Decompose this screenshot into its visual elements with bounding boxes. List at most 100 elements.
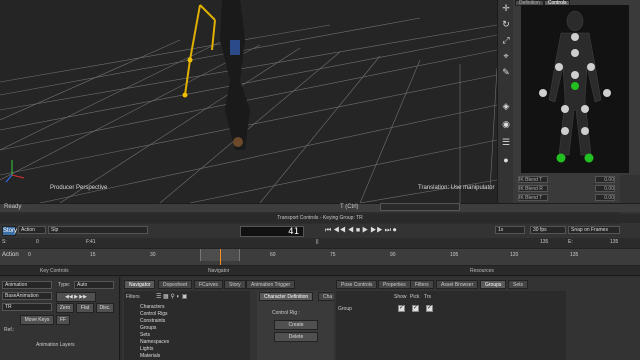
tab-groups[interactable]: Groups	[480, 280, 507, 289]
ik-blend-value-2[interactable]: 0.00	[595, 185, 615, 192]
start-label: S:	[2, 239, 7, 245]
ik-tool-icon[interactable]: ◉	[500, 118, 512, 130]
create-button[interactable]: Create	[274, 320, 318, 330]
viewport-3d[interactable]: Producer Perspective Translation: Use ma…	[0, 0, 497, 203]
tool-strip: ✛ ↻ ⤢ ⌖ ✎ ◈ ◉ ☰ ●	[497, 0, 513, 203]
ik-blend-value-3[interactable]: 0.00	[595, 194, 615, 201]
full-body-tool-icon[interactable]: ☰	[500, 136, 512, 148]
end-label: E:	[568, 239, 573, 245]
zero-button[interactable]: Zero	[56, 303, 74, 313]
move-tool-icon[interactable]: ✛	[500, 2, 512, 14]
key-mode-dropdown[interactable]: Animation	[2, 281, 52, 289]
layer-dropdown[interactable]: BaseAnimation	[2, 292, 52, 300]
current-frame-display[interactable]: 41	[240, 226, 304, 237]
column-header-trs: Trs	[424, 294, 432, 300]
ff-button[interactable]: FF	[56, 315, 70, 325]
character-body-view[interactable]	[521, 5, 629, 173]
tab-dopesheet[interactable]: Dopesheet	[158, 280, 193, 289]
pick-checkbox[interactable]: ✓	[412, 305, 419, 312]
tree-item[interactable]: Groups	[140, 325, 156, 331]
camera-label: Producer Perspective	[50, 185, 108, 191]
tree-item[interactable]: Constraints	[140, 318, 165, 324]
snap-dropdown[interactable]: Snap on Frames	[568, 226, 620, 234]
tick-label: 120	[510, 252, 519, 258]
status-bar	[0, 203, 640, 212]
column-header-show: Show	[394, 294, 407, 300]
tick-label: 30	[150, 252, 156, 258]
tick-label: 15	[90, 252, 96, 258]
manipulator-status-label: Translation: Use manipulator	[418, 185, 495, 191]
tick-label: 135	[570, 252, 579, 258]
scale-tool-icon[interactable]: ⤢	[500, 34, 512, 46]
delete-button[interactable]: Delete	[274, 332, 318, 342]
tree-toolbar-icons[interactable]: ☰ ▦ ⚲ ◐ ▣	[156, 293, 187, 300]
tree-item[interactable]: Sets	[140, 332, 150, 338]
tick-label: 0	[28, 252, 31, 258]
start-value[interactable]: 0	[36, 239, 39, 245]
tree-item[interactable]: Control Rigs	[140, 311, 168, 317]
tree-item[interactable]: Lights	[140, 346, 153, 352]
story-button[interactable]: Story	[2, 226, 17, 236]
group-row-name[interactable]: Group	[338, 306, 352, 312]
transport-buttons[interactable]: ⏮ ◀◀ ◀ ■ ▶ ▶▶ ⏭ ⏺	[325, 227, 396, 235]
playback-speed-dropdown[interactable]: 1x	[495, 226, 525, 234]
fps-dropdown[interactable]: 30 fps	[530, 226, 566, 234]
end-value-2[interactable]: 135	[610, 239, 618, 245]
ik-blend-label-2: IK Blend R	[518, 185, 548, 192]
timeline-ruler[interactable]: Action 0 15 30 45 60 75 90 105 120 135	[0, 248, 640, 266]
tab-character-definition[interactable]: Character Definition	[259, 292, 314, 301]
groups-table	[336, 291, 566, 360]
fk-tool-icon[interactable]: ◈	[500, 100, 512, 112]
resources-title: Resources	[470, 268, 494, 274]
tick-label: 75	[330, 252, 336, 258]
rotate-tool-icon[interactable]: ↻	[500, 18, 512, 30]
select-tool-icon[interactable]: ⌖	[500, 50, 512, 62]
ik-blend-label-1: IK Blend T	[518, 176, 548, 183]
animation-layers-title: Animation Layers	[36, 342, 75, 348]
action-dropdown[interactable]: Action	[18, 226, 46, 234]
transport-title: Transport Controls - Keying Group: TR	[277, 215, 363, 221]
tab-story[interactable]: Story	[224, 280, 246, 289]
tree-item[interactable]: Materials	[140, 353, 160, 359]
playhead-line	[220, 249, 221, 265]
ik-blend-value-1[interactable]: 0.00	[595, 176, 615, 183]
viewport-grid	[0, 0, 497, 203]
take-dropdown[interactable]: Slp	[48, 226, 148, 234]
ref-label: Ref.:	[4, 327, 15, 333]
key-nav-buttons[interactable]: ◀◀ ▶ ▶▶	[56, 292, 96, 302]
trs-checkbox[interactable]: ✓	[426, 305, 433, 312]
type-dropdown[interactable]: Auto	[74, 281, 114, 289]
control-rig-label: Control Rig :	[272, 310, 300, 316]
key-controls-title: Key Controls	[40, 268, 69, 274]
column-header-pick: Pick	[410, 294, 420, 300]
move-keys-button[interactable]: Move Keys	[20, 315, 54, 325]
filters-button[interactable]: Filters	[126, 294, 140, 300]
edit-tool-icon[interactable]: ✎	[500, 66, 512, 78]
tab-properties[interactable]: Properties	[378, 280, 411, 289]
end-value[interactable]: 135	[540, 239, 548, 245]
tab-navigator[interactable]: Navigator	[124, 280, 156, 289]
step-value[interactable]: 41	[90, 239, 96, 245]
tree-item[interactable]: Characters	[140, 304, 164, 310]
tab-fcurves[interactable]: FCurves	[194, 280, 223, 289]
tab-sets[interactable]: Sets	[508, 280, 529, 289]
panel-header-bar	[0, 266, 640, 276]
tab-asset-browser[interactable]: Asset Browser	[436, 280, 479, 289]
show-checkbox[interactable]: ✓	[398, 305, 405, 312]
flat-button[interactable]: Flat	[76, 303, 94, 313]
status-ready-text: Ready	[4, 204, 22, 210]
tick-label: 60	[270, 252, 276, 258]
ik-blend-label-3: IK Blend T	[518, 194, 548, 201]
keying-group-dropdown[interactable]: TR	[2, 303, 52, 311]
range-divider: ||	[316, 239, 319, 245]
character-model	[182, 0, 250, 150]
status-selector[interactable]	[380, 203, 460, 211]
sphere-tool-icon[interactable]: ●	[500, 154, 512, 166]
tree-item[interactable]: Namespaces	[140, 339, 169, 345]
body-silhouette	[539, 10, 611, 163]
tab-pose-controls[interactable]: Pose Controls	[336, 280, 378, 289]
tab-filters[interactable]: Filters	[410, 280, 434, 289]
tab-animation-trigger[interactable]: Animation Trigger	[246, 280, 296, 289]
navigator-title: Navigator	[208, 268, 230, 274]
discontinuity-button[interactable]: Disc.	[96, 303, 114, 313]
